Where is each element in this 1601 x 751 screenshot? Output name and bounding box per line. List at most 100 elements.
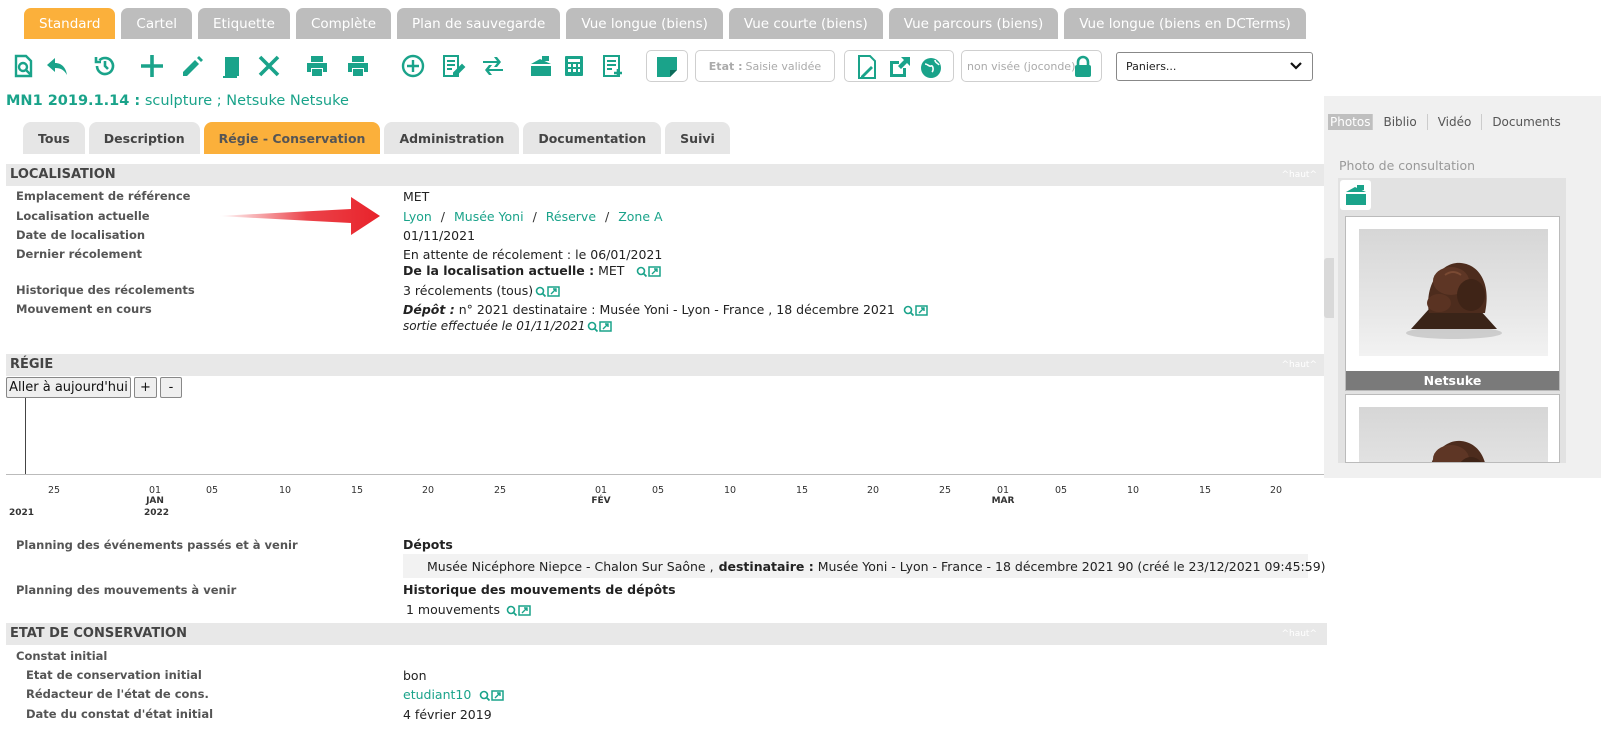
note-button[interactable] — [646, 50, 688, 82]
search-popup-icon[interactable] — [587, 320, 613, 333]
side-tab-biblio[interactable]: Biblio — [1373, 114, 1428, 130]
add-photo-button[interactable] — [1340, 180, 1371, 210]
view-tab-vue-courte-biens[interactable]: Vue courte (biens) — [728, 8, 883, 39]
timeline-tick: 05 — [1054, 485, 1068, 496]
timeline-tick: 05 — [651, 485, 665, 496]
state-label: Etat : — [708, 59, 743, 73]
side-tab-photos[interactable]: Photos — [1328, 114, 1374, 130]
view-tab-standard[interactable]: Standard — [24, 8, 116, 39]
timeline-tick: 01 — [996, 485, 1010, 496]
location-city-link[interactable]: Lyon — [403, 209, 432, 224]
photo-thumbnail[interactable] — [1345, 394, 1560, 463]
tab-administration[interactable]: Administration — [384, 122, 520, 154]
tab-tous[interactable]: Tous — [23, 122, 85, 154]
deposits-heading: Dépots — [403, 537, 453, 552]
moves-count-value: 1 mouvements — [406, 602, 500, 617]
timeline-current-marker — [25, 398, 26, 474]
chevron-down-icon — [1290, 62, 1302, 70]
search-popup-icon[interactable] — [479, 689, 505, 702]
timeline-zoom-in-button[interactable]: + — [134, 377, 157, 398]
panel-collapse-handle[interactable] — [1324, 258, 1334, 318]
location-museum-link[interactable]: Musée Yoni — [454, 209, 524, 224]
history-icon[interactable] — [90, 50, 120, 82]
basket-select-value: Paniers... — [1126, 60, 1177, 73]
side-tab-video[interactable]: Vidéo — [1428, 114, 1483, 130]
lock-icon[interactable] — [1073, 55, 1093, 78]
visa-value: non visée (joconde) — [967, 59, 1076, 73]
timeline-axis[interactable] — [6, 474, 1324, 475]
timeline-tick: 15 — [350, 485, 364, 496]
timeline-tick: 15 — [1198, 485, 1212, 496]
add-circle-icon[interactable] — [398, 50, 428, 82]
search-popup-icon[interactable] — [506, 604, 532, 617]
timeline-tick: 15 — [795, 485, 809, 496]
external-link-icon[interactable] — [887, 54, 913, 80]
timeline-tick: 20 — [421, 485, 435, 496]
red-arrow-annotation — [218, 197, 380, 235]
last-inventory-location-label: De la localisation actuelle : — [403, 263, 595, 278]
timeline-tick: 25 — [493, 485, 507, 496]
path-separator: / — [532, 209, 537, 224]
timeline-tick: 05 — [205, 485, 219, 496]
state-field: Etat : Saisie validée — [695, 50, 835, 82]
location-reserve-link[interactable]: Réserve — [546, 209, 596, 224]
edit-icon[interactable] — [178, 50, 208, 82]
globe-icon[interactable] — [919, 54, 945, 80]
label-events-planning: Planning des événements passés et à veni… — [16, 538, 298, 552]
document-add-icon[interactable] — [598, 50, 628, 82]
go-to-today-button[interactable]: Aller à aujourd'hui — [6, 377, 131, 398]
tab-documentation[interactable]: Documentation — [523, 122, 662, 154]
undo-icon[interactable] — [42, 50, 72, 82]
section-tabs: Tous Description Régie - Conservation Ad… — [23, 122, 730, 154]
movement-details: n° 2021 destinataire : Musée Yoni - Lyon… — [458, 302, 895, 317]
search-popup-icon[interactable] — [535, 285, 561, 298]
duplicate-icon[interactable] — [215, 50, 245, 82]
last-inventory-location-value: MET — [598, 263, 625, 278]
timeline-year: 2022 — [144, 508, 170, 518]
print-icon[interactable] — [302, 50, 332, 82]
form-edit-icon[interactable] — [438, 50, 468, 82]
add-icon[interactable] — [137, 50, 167, 82]
reference-location-link[interactable]: MET — [403, 189, 429, 204]
back-to-top-link[interactable]: ^haut^ — [1281, 623, 1317, 645]
delete-icon[interactable] — [254, 50, 284, 82]
preview-search-icon[interactable] — [8, 50, 38, 82]
tab-regie-conservation[interactable]: Régie - Conservation — [203, 122, 381, 154]
deposit-event-row[interactable]: Musée Nicéphore Niepce - Chalon Sur Saôn… — [403, 554, 1326, 578]
basket-select[interactable]: Paniers... — [1116, 52, 1313, 81]
view-tab-plan-sauvegarde[interactable]: Plan de sauvegarde — [397, 8, 561, 39]
condition-author: etudiant10 — [403, 687, 505, 702]
location-zone-link[interactable]: Zone A — [618, 209, 662, 224]
netsuke-photo — [1359, 407, 1548, 462]
label-last-inventory: Dernier récolement — [16, 247, 143, 261]
calculator-icon[interactable] — [559, 50, 589, 82]
side-tab-documents[interactable]: Documents — [1482, 114, 1570, 130]
transfer-icon[interactable] — [478, 50, 508, 82]
event-origin: Musée Nicéphore Niepce - Chalon Sur Saôn… — [427, 558, 714, 574]
tab-description[interactable]: Description — [88, 122, 200, 154]
search-popup-icon[interactable] — [903, 304, 929, 317]
side-panel-tabs: Photos Biblio Vidéo Documents — [1328, 112, 1571, 132]
search-popup-icon[interactable] — [636, 265, 662, 278]
record-name: sculpture ; Netsuke Netsuke — [144, 93, 349, 109]
path-separator: / — [605, 209, 610, 224]
view-tab-vue-parcours-biens[interactable]: Vue parcours (biens) — [888, 8, 1059, 39]
view-tab-etiquette[interactable]: Etiquette — [198, 8, 290, 39]
view-tab-complete[interactable]: Complète — [295, 8, 391, 39]
document-link-icon[interactable] — [855, 54, 879, 80]
back-to-top-link[interactable]: ^haut^ — [1281, 354, 1317, 376]
view-tab-cartel[interactable]: Cartel — [121, 8, 193, 39]
current-location-path: Lyon / Musée Yoni / Réserve / Zone A — [403, 209, 663, 224]
print-list-icon[interactable] — [343, 50, 373, 82]
netsuke-photo — [1359, 229, 1548, 356]
box-move-icon[interactable] — [526, 50, 556, 82]
photo-thumbnail[interactable]: Netsuke — [1345, 216, 1560, 391]
timeline-zoom-out-button[interactable]: - — [160, 377, 182, 398]
view-tab-vue-longue-dcterms[interactable]: Vue longue (biens en DCTerms) — [1064, 8, 1306, 39]
condition-author-link[interactable]: etudiant10 — [403, 687, 471, 702]
tab-suivi[interactable]: Suivi — [665, 122, 730, 154]
view-tab-vue-longue-biens[interactable]: Vue longue (biens) — [566, 8, 723, 39]
back-to-top-link[interactable]: ^haut^ — [1281, 164, 1317, 186]
timeline-tick: 10 — [278, 485, 292, 496]
last-inventory-location: De la localisation actuelle : MET — [403, 263, 662, 278]
